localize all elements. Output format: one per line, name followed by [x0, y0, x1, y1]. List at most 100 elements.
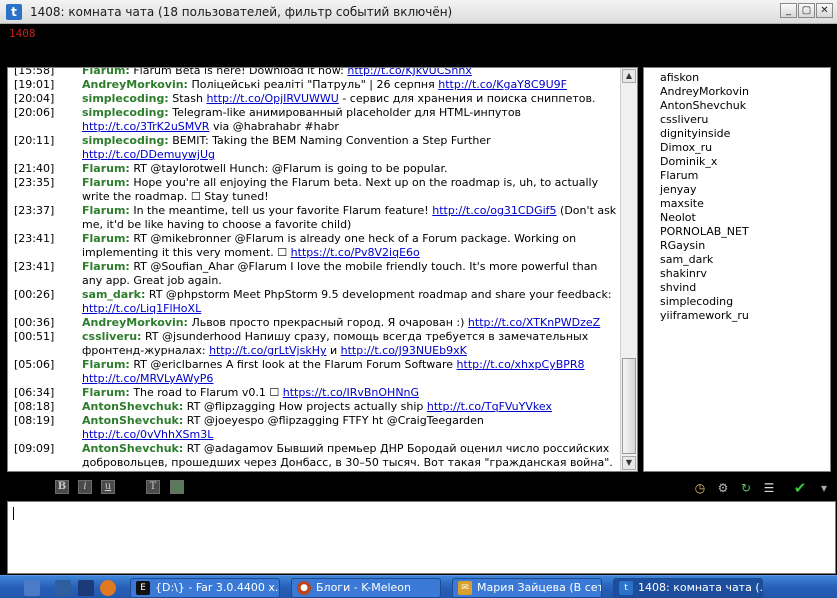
message-nick[interactable]: Flarum: [82, 176, 130, 189]
user-list-item[interactable]: afiskon [644, 71, 830, 85]
text-style-button[interactable]: T [146, 480, 160, 494]
message-link[interactable]: http://t.co/0vVhhXSm3L [82, 428, 213, 441]
message-body: AndreyMorkovin: Поліцейські реаліті "Пат… [82, 78, 621, 92]
chat-message: [23:41] Flarum: RT @Soufian_Ahar @Flarum … [8, 260, 621, 288]
message-link[interactable]: https://t.co/IRvBnOHNnG [283, 386, 419, 399]
close-button[interactable]: ✕ [816, 3, 833, 18]
message-link[interactable]: http://t.co/grLtVjskHy [209, 344, 326, 357]
message-link[interactable]: http://t.co/TqFVuYVkex [427, 400, 552, 413]
monitor-icon[interactable] [55, 580, 71, 596]
user-list-item[interactable]: Dimox_ru [644, 141, 830, 155]
task-messenger[interactable]: ✉ Мария Зайцева (В сети) [452, 578, 602, 598]
user-list-item[interactable]: simplecoding [644, 295, 830, 309]
message-link[interactable]: http://t.co/DDemuywjUg [82, 148, 215, 161]
user-list-item[interactable]: shvind [644, 281, 830, 295]
message-input-box[interactable] [7, 501, 836, 574]
show-desktop-icon[interactable] [24, 580, 40, 596]
chat-message: [15:58] Flarum: Flarum Beta is here! Down… [8, 68, 621, 78]
user-list-item[interactable]: dignityinside [644, 127, 830, 141]
message-link[interactable]: http://t.co/J93NUEb9xK [341, 344, 467, 357]
message-nick[interactable]: AntonShevchuk: [82, 442, 183, 455]
refresh-icon[interactable]: ↻ [738, 480, 754, 496]
message-text: In the meantime, tell us your favorite F… [129, 204, 433, 217]
chat-scrollbar[interactable]: ▲ ▼ [620, 68, 637, 471]
message-nick[interactable]: simplecoding: [82, 134, 169, 147]
message-body: Flarum: The road to Flarum v0.1 ☐ https:… [82, 386, 621, 400]
send-icon[interactable]: ✔ [792, 480, 808, 496]
message-nick[interactable]: sam_dark: [82, 288, 145, 301]
scroll-down-button[interactable]: ▼ [622, 456, 636, 470]
message-nick[interactable]: AndreyMorkovin: [82, 78, 188, 91]
message-body: simplecoding: Telegram-like анимированны… [82, 106, 621, 134]
message-nick[interactable]: Flarum: [82, 358, 130, 371]
user-list-item[interactable]: jenyay [644, 183, 830, 197]
message-link[interactable]: http://t.co/Liq1FlHoXL [82, 302, 201, 315]
message-link[interactable]: http://t.co/MRVLyAWyP6 [82, 372, 213, 385]
user-list-item[interactable]: Flarum [644, 169, 830, 183]
user-list-item[interactable]: sam_dark [644, 253, 830, 267]
user-list-item[interactable]: Dominik_x [644, 155, 830, 169]
user-list-item[interactable]: Neolot [644, 211, 830, 225]
task-far[interactable]: E {D:\} - Far 3.0.4400 x... [130, 578, 280, 598]
chat-message: [08:19] AntonShevchuk: RT @joeyespo @flip… [8, 414, 621, 442]
task-chat[interactable]: t 1408: комната чата (... [613, 578, 763, 598]
text-caret [13, 507, 14, 520]
message-nick[interactable]: cssliveru: [82, 330, 141, 343]
title-bar[interactable]: t 1408: комната чата (18 пользователей, … [0, 0, 837, 24]
message-text: BEMIT: Taking the BEM Naming Convention … [168, 134, 491, 147]
user-list-item[interactable]: cssliveru [644, 113, 830, 127]
clock-icon[interactable]: ◷ [692, 480, 708, 496]
message-link[interactable]: http://t.co/og31CDGif5 [432, 204, 556, 217]
format-toolbar: B i u T ◷ ⚙ ↻ ☰ ✔ ▾ [0, 477, 837, 500]
message-text: RT @joeyespo @flipzagging FTFY ht @Craig… [183, 414, 484, 427]
user-list-item[interactable]: PORNOLAB_NET [644, 225, 830, 239]
gear-icon[interactable]: ⚙ [715, 480, 731, 496]
user-list-item[interactable]: maxsite [644, 197, 830, 211]
scroll-thumb[interactable] [622, 358, 636, 454]
message-nick[interactable]: Flarum: [82, 68, 130, 77]
message-text: и [326, 344, 341, 357]
user-list-item[interactable]: AndreyMorkovin [644, 85, 830, 99]
message-nick[interactable]: Flarum: [82, 260, 130, 273]
scroll-up-button[interactable]: ▲ [622, 69, 636, 83]
message-input[interactable] [8, 502, 835, 573]
chat-log[interactable]: [15:58] Flarum: Flarum Beta is here! Down… [7, 67, 638, 472]
user-list[interactable]: afiskon AndreyMorkovin AntonShevchuk cssliv… [643, 67, 831, 472]
message-nick[interactable]: AndreyMorkovin: [82, 316, 188, 329]
chat-app-icon: t [619, 581, 633, 595]
italic-button[interactable]: i [78, 480, 92, 494]
message-link[interactable]: https://t.co/Pv8V2iqE6o [291, 246, 420, 259]
message-nick[interactable]: Flarum: [82, 162, 130, 175]
message-link[interactable]: http://t.co/xhxpCyBPR8 [457, 358, 585, 371]
message-link[interactable]: http://t.co/XTKnPWDzeZ [468, 316, 600, 329]
user-list-item[interactable]: yiiframework_ru [644, 309, 830, 323]
task-label: {D:\} - Far 3.0.4400 x... [155, 581, 280, 594]
user-list-item[interactable]: AntonShevchuk [644, 99, 830, 113]
task-kmeleon[interactable]: ● Блоги - K-Meleon [291, 578, 441, 598]
message-link[interactable]: http://t.co/OpjIRVUWWU [206, 92, 338, 105]
user-list-item[interactable]: RGaysin [644, 239, 830, 253]
image-icon[interactable] [170, 480, 184, 494]
message-nick[interactable]: AntonShevchuk: [82, 414, 183, 427]
message-nick[interactable]: Flarum: [82, 232, 130, 245]
save-icon[interactable] [78, 580, 94, 596]
user-list-item[interactable]: shakinrv [644, 267, 830, 281]
message-nick[interactable]: Flarum: [82, 386, 130, 399]
minimize-button[interactable]: _ [780, 3, 797, 18]
task-label: 1408: комната чата (... [638, 581, 763, 594]
message-nick[interactable]: simplecoding: [82, 106, 169, 119]
message-text: RT @ericlbarnes A first look at the Flar… [129, 358, 457, 371]
firefox-icon[interactable] [100, 580, 116, 596]
underline-button[interactable]: u [101, 480, 115, 494]
bold-button[interactable]: B [55, 480, 69, 494]
message-link[interactable]: http://t.co/3TrK2uSMVR [82, 120, 209, 133]
chevron-down-icon[interactable]: ▾ [816, 480, 832, 496]
message-time: [20:11] [14, 134, 55, 147]
restore-button[interactable]: ▢ [798, 3, 815, 18]
list-icon[interactable]: ☰ [761, 480, 777, 496]
message-nick[interactable]: simplecoding: [82, 92, 169, 105]
message-link[interactable]: http://t.co/KJkvUCShnx [347, 68, 472, 77]
message-nick[interactable]: Flarum: [82, 204, 130, 217]
message-nick[interactable]: AntonShevchuk: [82, 400, 183, 413]
message-link[interactable]: http://t.co/KgaY8C9U9F [438, 78, 567, 91]
